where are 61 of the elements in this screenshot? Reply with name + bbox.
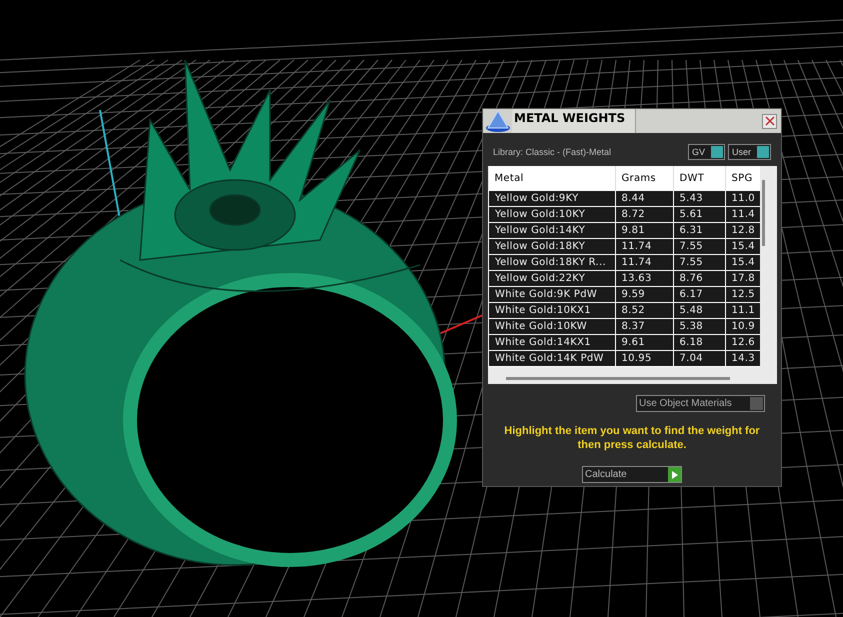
table-cell: Yellow Gold:10KY — [488, 206, 615, 222]
table-cell: White Gold:9K PdW — [488, 286, 615, 302]
close-button[interactable] — [762, 114, 777, 128]
column-header[interactable]: Grams — [615, 166, 673, 190]
cone-logo-icon — [484, 109, 512, 133]
table-cell: Yellow Gold:14KY — [488, 222, 615, 238]
library-label: Library: Classic - (Fast)-Metal — [493, 147, 612, 157]
table-cell: 11.74 — [615, 254, 673, 270]
table-cell: 12.8 — [725, 222, 760, 238]
toggle-switch[interactable]: User — [728, 144, 771, 160]
use-object-materials-toggle[interactable]: Use Object Materials — [636, 395, 765, 412]
table-cell: White Gold:10KW — [488, 318, 615, 334]
table-cell: 11.74 — [615, 238, 673, 254]
table-cell: 11.0 — [725, 190, 760, 206]
table-cell: 7.55 — [673, 238, 725, 254]
table-cell: 7.04 — [673, 350, 725, 366]
vertical-scrollbar[interactable] — [762, 180, 765, 246]
table-cell: 6.31 — [673, 222, 725, 238]
table-cell: 6.17 — [673, 286, 725, 302]
table-cell: Yellow Gold:18KY — [488, 238, 615, 254]
table-cell: 8.76 — [673, 270, 725, 286]
table-cell: Yellow Gold:18KY R... — [488, 254, 615, 270]
play-icon — [668, 467, 681, 482]
table-cell: Yellow Gold:9KY — [488, 190, 615, 206]
column-header[interactable]: SPG — [725, 166, 760, 190]
table-cell: 5.43 — [673, 190, 725, 206]
table-cell: White Gold:14KX1 — [488, 334, 615, 350]
table-cell: 5.61 — [673, 206, 725, 222]
table-cell: 15.4 — [725, 254, 760, 270]
calculate-button[interactable]: Calculate — [582, 466, 682, 483]
table-cell: 5.38 — [673, 318, 725, 334]
table-cell: 10.9 — [725, 318, 760, 334]
table-cell: 15.4 — [725, 238, 760, 254]
table-cell: 8.44 — [615, 190, 673, 206]
table-cell: White Gold:10KX1 — [488, 302, 615, 318]
close-icon — [764, 116, 774, 126]
table-cell: 12.6 — [725, 334, 760, 350]
table-cell: 8.52 — [615, 302, 673, 318]
table-cell: 8.72 — [615, 206, 673, 222]
table-cell: 17.8 — [725, 270, 760, 286]
table-cell: 7.55 — [673, 254, 725, 270]
table-cell: 6.18 — [673, 334, 725, 350]
table-cell: 13.63 — [615, 270, 673, 286]
table-cell: 8.37 — [615, 318, 673, 334]
column-header[interactable]: Metal — [488, 166, 615, 190]
table-cell: 11.4 — [725, 206, 760, 222]
table-cell: 9.61 — [615, 334, 673, 350]
table-cell: 9.59 — [615, 286, 673, 302]
table-cell: 14.3 — [725, 350, 760, 366]
toggle-switch[interactable]: GV — [688, 144, 725, 160]
table-cell: 12.5 — [725, 286, 760, 302]
table-cell: 5.48 — [673, 302, 725, 318]
table-cell: 10.95 — [615, 350, 673, 366]
column-header[interactable]: DWT — [673, 166, 725, 190]
window-title: METAL WEIGHTS — [512, 109, 636, 133]
table-cell: 9.81 — [615, 222, 673, 238]
table-cell: White Gold:14K PdW — [488, 350, 615, 366]
horizontal-scrollbar[interactable] — [506, 377, 730, 380]
table-cell: Yellow Gold:22KY — [488, 270, 615, 286]
table-cell: 11.1 — [725, 302, 760, 318]
instruction-text: Highlight the item you want to find the weight for then press calculate. — [503, 424, 761, 452]
